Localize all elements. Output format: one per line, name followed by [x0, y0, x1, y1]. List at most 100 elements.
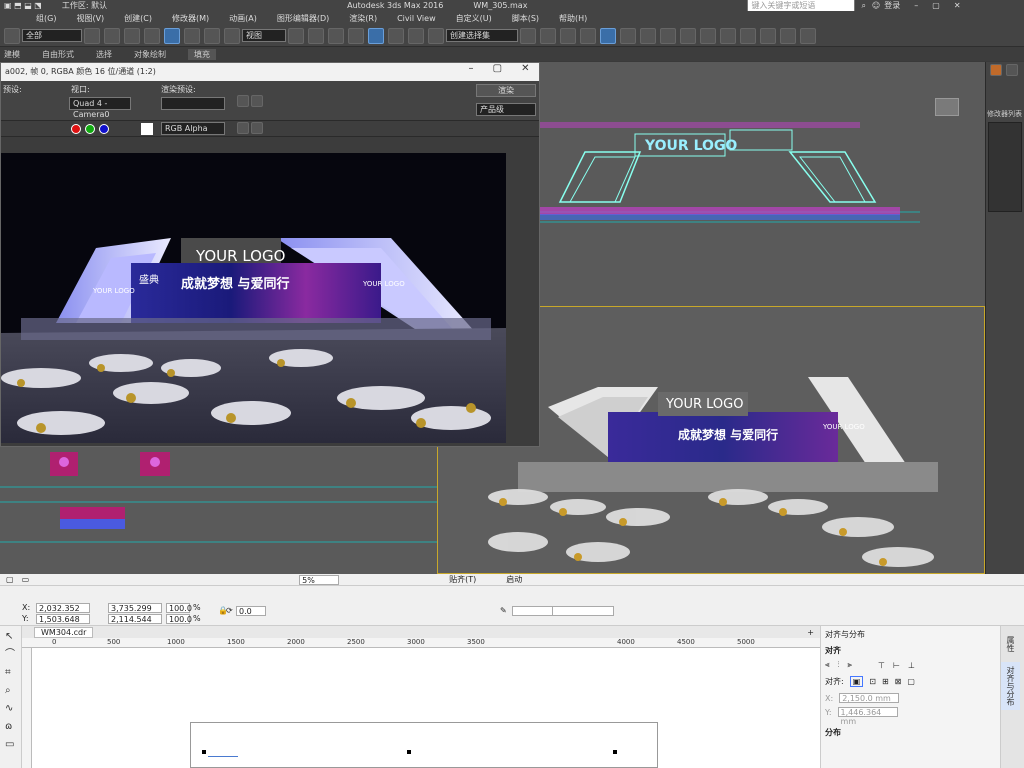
extras-icon[interactable] [780, 27, 796, 44]
keyboard-shortcut-icon[interactable] [328, 27, 344, 44]
maximize-button[interactable]: ▢ [493, 63, 502, 81]
pen-icon[interactable]: ✎ [500, 606, 507, 615]
maximize-button[interactable]: ▢ [932, 1, 940, 10]
ribbon-tab-selection[interactable]: 选择 [96, 49, 112, 60]
selection-handle[interactable] [407, 750, 411, 754]
scale-x-input[interactable]: 100.0 [166, 603, 192, 613]
named-selection-set[interactable]: 创建选择集 [446, 29, 518, 42]
reference-coord[interactable]: 视图 [242, 29, 286, 42]
zoom-tool-icon[interactable]: ⌕ [5, 682, 16, 700]
new-icon[interactable]: ▢ [6, 575, 14, 584]
rendered-frame-window[interactable]: a002, 帧 0, RGBA 颜色 16 位/通道 (1:2) – ▢ ✕ 预… [0, 62, 540, 447]
align-icon[interactable] [540, 27, 556, 44]
ribbon-tab-modeling[interactable]: 建模 [4, 49, 20, 60]
modifier-list[interactable]: 修改器列表 [986, 108, 1024, 120]
percent-snap-icon[interactable] [388, 27, 404, 44]
align-top-icon[interactable]: ⊤ [878, 661, 885, 670]
line-style-select[interactable] [552, 606, 614, 616]
ribbon-tab-object-paint[interactable]: 对象绘制 [134, 49, 166, 60]
zoom-level[interactable]: 5% [299, 574, 340, 585]
selection-handle[interactable] [202, 750, 206, 754]
x-position-input[interactable]: 2,032.352 mm [36, 603, 90, 622]
menu-stub[interactable]: ▣ ⬒ ⬓ ⬔ [4, 1, 42, 10]
side-tab-align[interactable]: 对齐与分布 [1001, 662, 1020, 710]
y-position-input[interactable]: 1,503.648 mm [36, 614, 90, 633]
menu-item-customize[interactable]: 自定义(U) [456, 13, 492, 24]
snap-icon[interactable] [348, 27, 364, 44]
close-button[interactable]: ✕ [954, 1, 961, 10]
scale-icon[interactable] [204, 27, 220, 44]
menu-item-graph-editors[interactable]: 图形编辑器(D) [277, 13, 329, 24]
create-tab-icon[interactable] [990, 64, 1002, 76]
viewport-top[interactable]: YOUR LOGO [540, 62, 985, 306]
manipulate-icon[interactable] [308, 27, 324, 44]
select-by-name-icon[interactable] [104, 27, 120, 44]
blue-channel-icon[interactable] [99, 124, 109, 134]
menu-item-civil-view[interactable]: Civil View [397, 14, 436, 23]
schematic-view-icon[interactable] [640, 27, 656, 44]
edit-named-selection-icon[interactable] [428, 27, 444, 44]
angle-input[interactable]: 0.0 [236, 606, 266, 616]
pick-tool-icon[interactable]: ↖ [5, 628, 16, 646]
monochrome-icon[interactable] [237, 122, 249, 134]
spinner-snap-icon[interactable] [408, 27, 424, 44]
align-to-page-edge-icon[interactable]: ⊡ [869, 677, 876, 686]
align-to-page-center-icon[interactable]: ⊞ [882, 677, 889, 686]
modifier-stack[interactable] [988, 122, 1022, 212]
workspace-label[interactable]: 工作区: 默认 [62, 0, 107, 11]
ribbon-toggle-icon[interactable] [600, 27, 616, 44]
snap-menu[interactable]: 贴齐(T) [449, 574, 476, 585]
drawing-canvas[interactable] [22, 648, 820, 768]
close-button[interactable]: ✕ [521, 63, 529, 81]
launch-menu[interactable]: 启动 [506, 574, 522, 585]
add-tab-icon[interactable]: + [807, 628, 814, 637]
green-channel-icon[interactable] [85, 124, 95, 134]
freehand-tool-icon[interactable]: ∿ [5, 700, 16, 718]
doc-tab[interactable]: WM304.cdr [34, 626, 94, 638]
layer-icon[interactable] [560, 27, 576, 44]
ribbon-tab-populate[interactable]: 填充 [188, 48, 216, 60]
product-level-select[interactable]: 产品级 [476, 103, 536, 116]
scene-explorer-icon[interactable] [580, 27, 596, 44]
menu-item-rendering[interactable]: 渲染(R) [349, 13, 377, 24]
vertical-ruler[interactable] [22, 648, 32, 768]
align-right-icon[interactable]: ⫸ [848, 660, 853, 670]
channel-select[interactable]: RGB Alpha [161, 122, 225, 135]
select-object-icon[interactable] [84, 27, 100, 44]
selection-handle[interactable] [613, 750, 617, 754]
align-x-input[interactable]: 2,150.0 mm [839, 693, 900, 703]
minimize-button[interactable]: – [469, 63, 474, 81]
artistic-media-icon[interactable]: ɷ [5, 718, 16, 736]
align-center-v-icon[interactable]: ⊢ [893, 661, 900, 670]
move-icon[interactable] [164, 27, 180, 44]
render-button[interactable]: 渲染 [476, 84, 536, 97]
selection-filter[interactable]: 全部 [22, 29, 82, 42]
menu-item-view[interactable]: 视图(V) [76, 13, 104, 24]
minimize-button[interactable]: – [914, 1, 918, 10]
open-icon[interactable]: ▭ [22, 575, 30, 584]
crop-tool-icon[interactable]: ⌗ [5, 664, 16, 682]
rotate-icon[interactable] [184, 27, 200, 44]
save-preset-icon[interactable] [237, 95, 249, 107]
undo-icon[interactable] [4, 27, 20, 44]
align-bottom-icon[interactable]: ⊥ [908, 661, 915, 670]
search-icon[interactable]: ⌕ [861, 1, 865, 11]
clear-icon[interactable] [251, 122, 263, 134]
modify-tab-icon[interactable] [1006, 64, 1018, 76]
menu-item-create[interactable]: 创建(C) [124, 13, 152, 24]
rotate-icon[interactable]: ⟳ [226, 606, 233, 615]
render-setup-icon[interactable] [680, 27, 696, 44]
curve-editor-icon[interactable] [620, 27, 636, 44]
menu-item-scripting[interactable]: 脚本(S) [512, 13, 539, 24]
scale-y-input[interactable]: 100.0 [166, 614, 192, 624]
render-iterative-icon[interactable] [740, 27, 756, 44]
rect-selection-icon[interactable] [124, 27, 140, 44]
alpha-swatch[interactable] [141, 123, 153, 135]
viewport-select[interactable]: Quad 4 - Camera0 [69, 97, 131, 119]
login-link[interactable]: 登录 [884, 0, 900, 11]
render-frame-icon[interactable] [700, 27, 716, 44]
align-y-input[interactable]: 1,446.364 mm [837, 707, 898, 726]
render-production-icon[interactable] [720, 27, 736, 44]
shape-tool-icon[interactable]: ⌒ [5, 646, 16, 664]
viewport-left[interactable] [0, 447, 437, 574]
